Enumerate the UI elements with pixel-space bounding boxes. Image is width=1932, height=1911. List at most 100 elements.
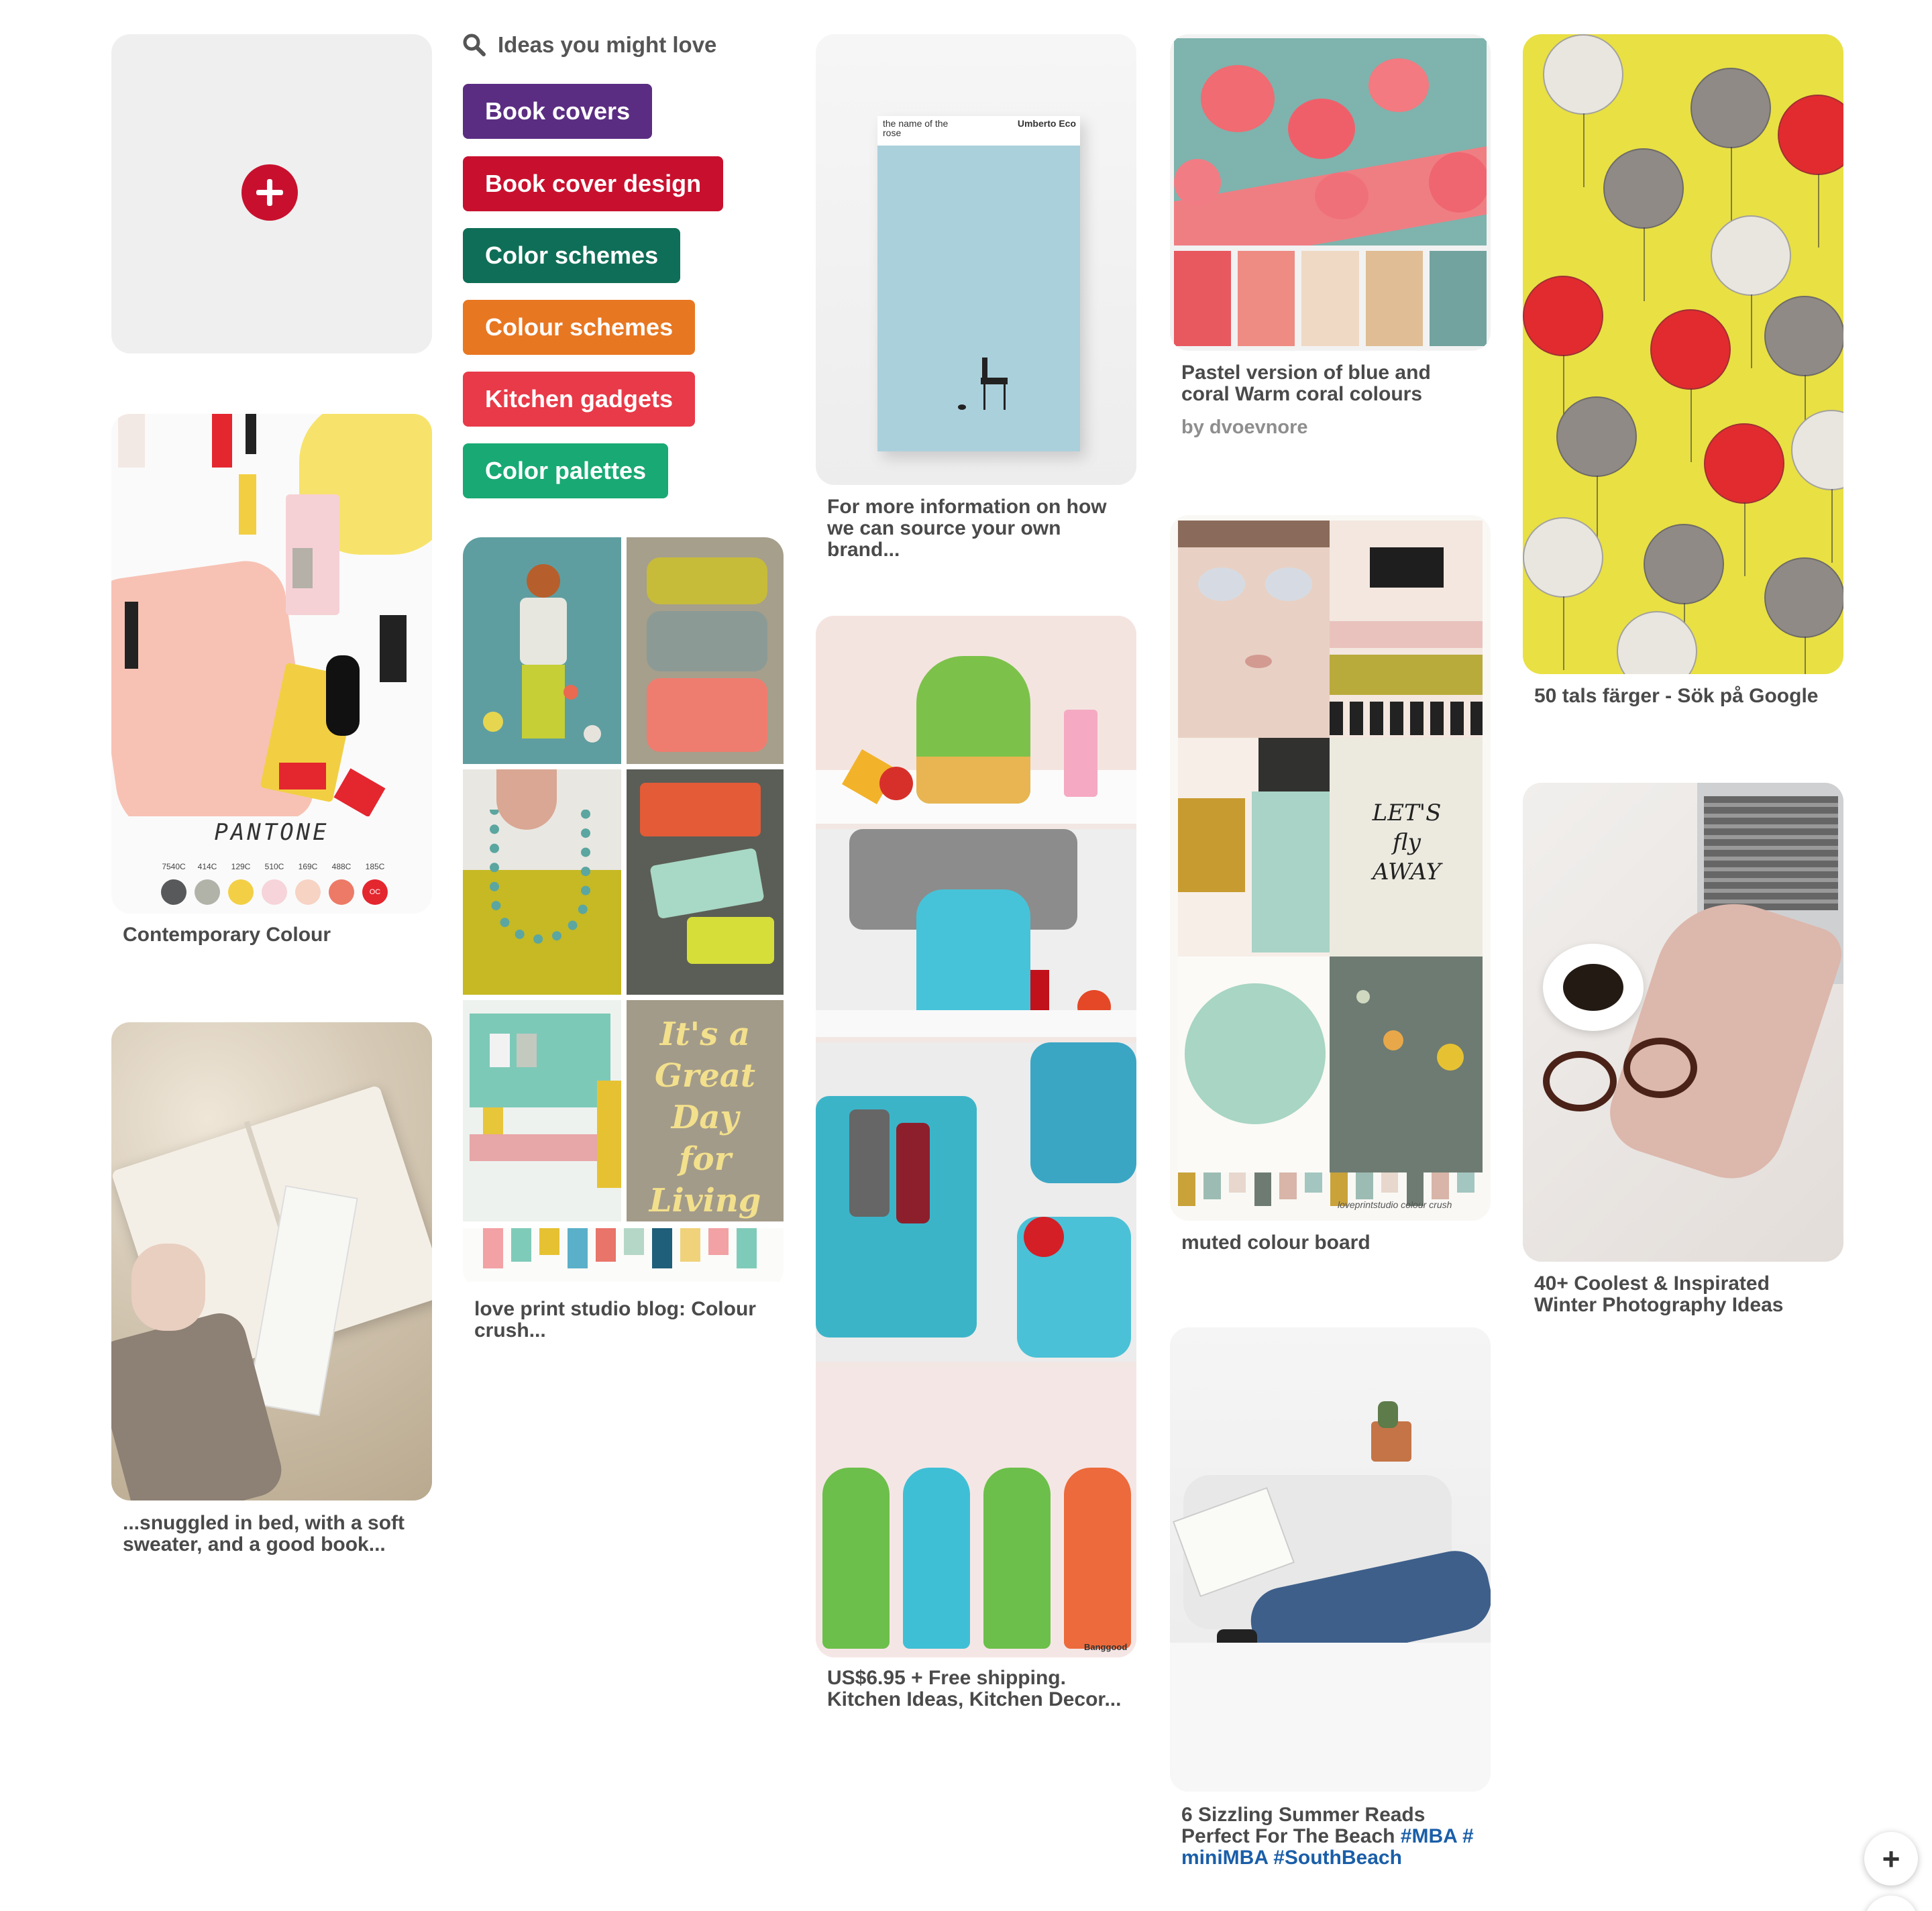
paint-strokes-art — [1178, 738, 1330, 957]
palette-swatch — [1365, 251, 1423, 346]
pin-image-muted-board[interactable]: LET'S fly AWAY loveprintstudio colour cr… — [1170, 515, 1491, 1221]
idea-chip-book-covers[interactable]: Book covers — [463, 84, 653, 139]
kitchen-shelf-photo — [463, 1000, 621, 1221]
palette-swatch — [1429, 251, 1487, 346]
pin-caption-lanterns[interactable]: Pastel version of blue and coral Warm co… — [1181, 362, 1477, 405]
dandelion-flower — [1650, 309, 1731, 390]
necklace-photo — [463, 769, 621, 995]
glitter-eyes-photo — [1178, 521, 1330, 738]
pantone-swatch-dot — [262, 879, 287, 905]
dandelion-pattern — [1523, 34, 1843, 674]
pantone-code-label: 129C — [231, 862, 251, 871]
ribbon-swatch — [1178, 1172, 1195, 1206]
pin-image-winter[interactable] — [1523, 783, 1843, 1262]
idea-chip-color-palettes[interactable]: Color palettes — [463, 443, 669, 498]
pantone-code-label: 169C — [298, 862, 318, 871]
book-cover-author: Umberto Eco — [1017, 118, 1076, 129]
pin-image-summer-reads[interactable] — [1170, 1327, 1491, 1792]
pantone-swatch-row: OC — [158, 877, 400, 906]
reading-on-floor-photo — [1170, 1327, 1491, 1792]
pantone-badge: OC — [362, 879, 388, 905]
pin-image-love-print-collage[interactable]: It's a Great Day for Living — [463, 537, 784, 1289]
ribbon-swatch — [539, 1228, 559, 1255]
pantone-swatch-dot — [195, 879, 220, 905]
green-lunch-bag-photo — [816, 616, 1136, 824]
dandelion-flower — [1617, 611, 1697, 674]
pantone-code-label: 414C — [197, 862, 217, 871]
dandelion-flower — [1711, 215, 1791, 296]
ribbon-swatch — [1432, 1172, 1450, 1199]
mint-house-art — [1178, 957, 1330, 1172]
pin-caption-lunch-bags[interactable]: US$6.95 + Free shipping. Kitchen Ideas, … — [827, 1668, 1122, 1710]
idea-chip-color-schemes[interactable]: Color schemes — [463, 228, 681, 283]
dandelion-flower — [1704, 423, 1784, 504]
ribbon-swatch — [1457, 1172, 1474, 1193]
lets-fly-away-art: LET'S fly AWAY — [1330, 738, 1483, 957]
search-icon — [463, 34, 486, 56]
ribbon-swatch — [483, 1228, 503, 1268]
pin-caption-winter[interactable]: 40+ Coolest & Inspirated Winter Photogra… — [1534, 1273, 1829, 1316]
pantone-code-label: 185C — [365, 862, 385, 871]
add-pin-button[interactable]: + — [1864, 1832, 1918, 1886]
ribbon-swatch — [568, 1228, 588, 1268]
houses-pattern — [1330, 521, 1483, 738]
pin-caption-summer-reads-text: 6 Sizzling Summer Reads Perfect For The … — [1181, 1804, 1426, 1847]
pin-caption-contemporary[interactable]: Contemporary Colour — [123, 924, 418, 946]
pantone-code-label: 7540C — [162, 862, 186, 871]
ideas-header-label: Ideas you might love — [498, 32, 717, 57]
ribbon-swatch — [1203, 1172, 1221, 1199]
dandelion-flower — [1523, 517, 1603, 598]
dandelion-flower — [1764, 296, 1843, 376]
dandelion-flower — [1523, 276, 1603, 356]
idea-chip-colour-schemes[interactable]: Colour schemes — [463, 300, 696, 355]
dandelion-stem — [1690, 388, 1692, 462]
pin-image-lanterns[interactable] — [1170, 34, 1491, 351]
coral-palette-swatches — [1174, 251, 1487, 346]
dandelion-flower — [1603, 148, 1684, 229]
paint-tins-photo — [627, 537, 784, 764]
pantone-swatch-dot — [295, 879, 321, 905]
abstract-paint-art — [111, 414, 432, 816]
ribbon-swatch — [1381, 1172, 1399, 1193]
idea-chip-kitchen-gadgets[interactable]: Kitchen gadgets — [463, 372, 696, 427]
pin-caption-summer-reads[interactable]: 6 Sizzling Summer Reads Perfect For The … — [1181, 1804, 1477, 1869]
dandelion-flower — [1778, 95, 1843, 175]
fluffy-blanket-photo — [111, 1022, 432, 1500]
dandelion-flower — [1764, 557, 1843, 638]
pin-image-rose-book[interactable]: the name of the rose Umberto Eco — [816, 34, 1136, 485]
pin-caption-love-print[interactable]: love print studio blog: Colour crush... — [474, 1299, 769, 1342]
book-cover: the name of the rose Umberto Eco — [877, 116, 1080, 451]
muted-board-footer: loveprintstudio colour crush — [1338, 1199, 1452, 1210]
pin-caption-muted-board[interactable]: muted colour board — [1181, 1232, 1477, 1254]
idea-chip-book-cover-design[interactable]: Book cover design — [463, 156, 724, 211]
banggood-watermark: Banggood — [1084, 1642, 1128, 1652]
ribbon-swatch — [1228, 1172, 1246, 1193]
pantone-swatch-dot — [329, 879, 354, 905]
pin-byline-dvoevnore[interactable]: by dvoevnore — [1181, 417, 1308, 439]
pin-caption-rose-book[interactable]: For more information on how we can sourc… — [827, 496, 1122, 561]
ribbon-swatch — [1279, 1172, 1297, 1199]
ribbon-row — [483, 1228, 765, 1275]
pouches-photo — [627, 769, 784, 995]
dandelion-stem — [1644, 227, 1645, 301]
create-pin-card[interactable] — [111, 34, 432, 353]
pin-image-bed-book[interactable] — [111, 1022, 432, 1500]
dandelion-flower — [1543, 34, 1623, 115]
ribbon-swatch — [511, 1228, 531, 1262]
help-button[interactable]: ? — [1864, 1896, 1918, 1911]
add-icon[interactable] — [241, 164, 298, 221]
dandelion-stem — [1805, 637, 1806, 674]
pin-image-lunch-bags[interactable]: Banggood — [816, 616, 1136, 1657]
blue-bag-packing-photo — [816, 829, 1136, 1037]
ribbon-swatch — [737, 1228, 757, 1268]
ribbon-swatch — [1254, 1172, 1272, 1206]
dandelion-stem — [1818, 174, 1819, 248]
pantone-brand: PANTONE — [214, 819, 329, 846]
pin-image-fifties-pattern[interactable] — [1523, 34, 1843, 674]
four-bags-photo: Banggood — [816, 1367, 1136, 1657]
dandelion-stem — [1731, 147, 1732, 221]
pin-image-contemporary-colour[interactable]: PANTONE 7540C 414C 129C 510C 169C 488C 185C OC — [111, 414, 432, 914]
pin-caption-fifties[interactable]: 50 tals färger - Sök på Google — [1534, 686, 1829, 707]
pin-caption-bed-book[interactable]: ...snuggled in bed, with a soft sweater,… — [123, 1513, 418, 1555]
great-day-typography: It's a Great Day for Living — [627, 1000, 784, 1221]
